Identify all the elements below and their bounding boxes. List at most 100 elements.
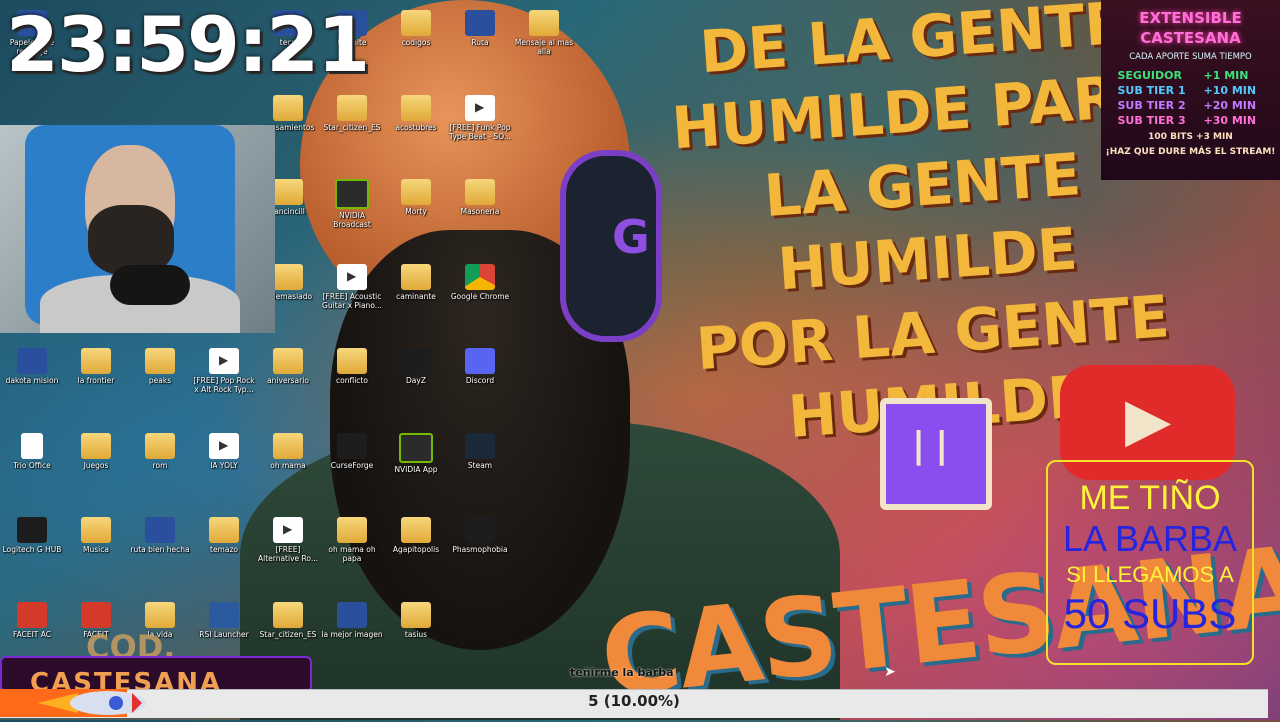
desktop-icon[interactable]: [FREE] Pop Rock x Alt Rock Typ... (192, 344, 256, 394)
desktop-icon[interactable]: DayZ (384, 344, 448, 385)
desktop-icon[interactable]: peaks (128, 344, 192, 385)
desktop-icon[interactable]: Juegos (64, 429, 128, 470)
app-icon (81, 601, 111, 628)
desktop-icon[interactable]: [FREE] Funk Pop Type Beat - SO... (448, 91, 512, 141)
desktop-icon[interactable]: caminante (384, 260, 448, 301)
app-icon (209, 601, 239, 628)
folder-icon (401, 179, 431, 205)
folder-icon (145, 601, 175, 628)
desktop-icon[interactable]: dakota mision (0, 344, 64, 385)
extensible-title-1: EXTENSIBLE (1139, 9, 1242, 27)
goal-line-4: 50 SUBS (1063, 590, 1237, 637)
desktop-icon[interactable]: Mensaje al mas alla (512, 6, 576, 56)
folder-icon (81, 348, 111, 374)
youtube-play-icon: ▶ (1125, 385, 1172, 455)
desktop-icon[interactable]: Ruta (448, 6, 512, 47)
desktop-icon-label: Phasmophobia (452, 545, 508, 554)
desktop-icon[interactable]: [FREE] Acoustic Guitar x Piano... (320, 260, 384, 310)
desktop-icon[interactable]: Star_citizen_ES (320, 91, 384, 132)
folder-icon (273, 263, 303, 290)
desktop-icon[interactable]: aniversario (256, 344, 320, 385)
desktop-icon-label: Morty (405, 207, 427, 216)
desktop-icon[interactable]: ruta bien hecha (128, 513, 192, 554)
app-icon (465, 517, 495, 543)
app-icon (337, 601, 367, 628)
desktop-icon-label: aniversario (267, 376, 309, 385)
desktop-icon[interactable]: Logitech G HUB (0, 513, 64, 554)
desktop-icon[interactable]: codigos (384, 6, 448, 47)
app-icon (17, 517, 47, 543)
desktop-icon-label: la mejor imagen (321, 629, 383, 639)
folder-icon (337, 348, 367, 374)
desktop-icon-label: Mensaje al mas alla (514, 38, 574, 56)
folder-icon (273, 601, 303, 628)
desktop-icon-label: Star_citizen_ES (323, 122, 381, 132)
desktop-icon[interactable]: Masoneria (448, 175, 512, 216)
desktop-icon-label: temazo (210, 545, 238, 554)
extensible-footer: ¡HAZ QUE DURE MÁS EL STREAM! (1105, 147, 1276, 157)
desktop-icon[interactable]: Trio Office (0, 429, 64, 470)
folder-icon (401, 94, 431, 121)
app-icon (209, 348, 239, 374)
desktop-icon[interactable]: Phasmophobia (448, 513, 512, 554)
app-icon (17, 601, 47, 628)
desktop-icon[interactable]: NVIDIA Broadcast (320, 175, 384, 229)
folder-icon (273, 179, 303, 205)
desktop-icon[interactable]: Steam (448, 429, 512, 470)
desktop-icon[interactable]: Discord (448, 344, 512, 385)
extensible-row: SUB TIER 2 +20 MIN (1101, 98, 1280, 113)
app-icon (399, 432, 433, 463)
desktop-icon[interactable]: la mejor imagen (320, 598, 384, 639)
desktop-icon[interactable]: FACEIT AC (0, 598, 64, 639)
folder-icon (273, 348, 303, 374)
desktop-icon[interactable]: oh mama oh papa (320, 513, 384, 563)
desktop-icon-label: [FREE] Funk Pop Type Beat - SO... (449, 122, 511, 141)
headphone-letter: G (612, 210, 650, 264)
desktop-icon-label: Agapitopolis (392, 545, 440, 554)
desktop-icon[interactable]: temazo (192, 513, 256, 554)
desktop-icon[interactable]: Morty (384, 175, 448, 216)
desktop-icon[interactable]: acostubres (384, 91, 448, 132)
desktop-icon-label: RSI Launcher (199, 629, 249, 639)
desktop-icon[interactable]: NVIDIA App (384, 429, 448, 474)
desktop-icon[interactable]: CurseForge (320, 429, 384, 470)
desktop-icon-label: Discord (465, 376, 495, 385)
extensible-row-value: +20 MIN (1203, 99, 1257, 112)
folder-icon (337, 517, 367, 543)
app-icon (335, 179, 369, 209)
folder-icon (81, 517, 111, 543)
desktop-icon-label: rom (152, 460, 168, 470)
folder-icon (401, 263, 431, 290)
desktop-icon[interactable]: IA YOLY (192, 429, 256, 470)
desktop-icon[interactable]: rom (128, 429, 192, 470)
desktop-icon[interactable]: Agapitopolis (384, 513, 448, 554)
desktop-icon-label: dakota mision (5, 376, 59, 385)
desktop-icon[interactable]: Musica (64, 513, 128, 554)
desktop-icon[interactable]: la frontier (64, 344, 128, 385)
folder-icon (145, 432, 175, 459)
desktop-icon-label: tasius (404, 629, 428, 639)
desktop-icon[interactable]: tasius (384, 598, 448, 639)
microphone-icon (110, 265, 190, 305)
extensible-row-label: SUB TIER 2 (1117, 99, 1186, 112)
app-icon (465, 432, 495, 459)
mouse-cursor-icon: ➤ (884, 664, 896, 680)
desktop-icon[interactable]: oh mama (256, 429, 320, 470)
desktop-icon-label: Ruta (471, 38, 489, 47)
folder-icon (401, 10, 431, 36)
webcam-feed (0, 125, 275, 333)
desktop-icon-label: conflicto (336, 376, 368, 385)
desktop-icon[interactable]: [FREE] Alternative Ro... (256, 513, 320, 563)
desktop-icon[interactable]: Google Chrome (448, 260, 512, 301)
app-icon (337, 263, 367, 290)
desktop-icon[interactable]: conflicto (320, 344, 384, 385)
desktop-icon-label: acostubres (395, 122, 437, 132)
desktop-icon[interactable]: RSI Launcher (192, 598, 256, 639)
desktop-icon-label: Google Chrome (450, 291, 510, 301)
countdown-clock: 23:59:21 (6, 0, 370, 89)
desktop-icon[interactable]: Star_citizen_ES (256, 598, 320, 639)
desktop-icon-label: caminante (396, 291, 436, 301)
goal-line-3: SI LLEGAMOS A (1066, 562, 1234, 587)
desktop-icon-label: Masoneria (460, 207, 500, 216)
extensible-row: SUB TIER 3 +30 MIN (1101, 113, 1280, 128)
